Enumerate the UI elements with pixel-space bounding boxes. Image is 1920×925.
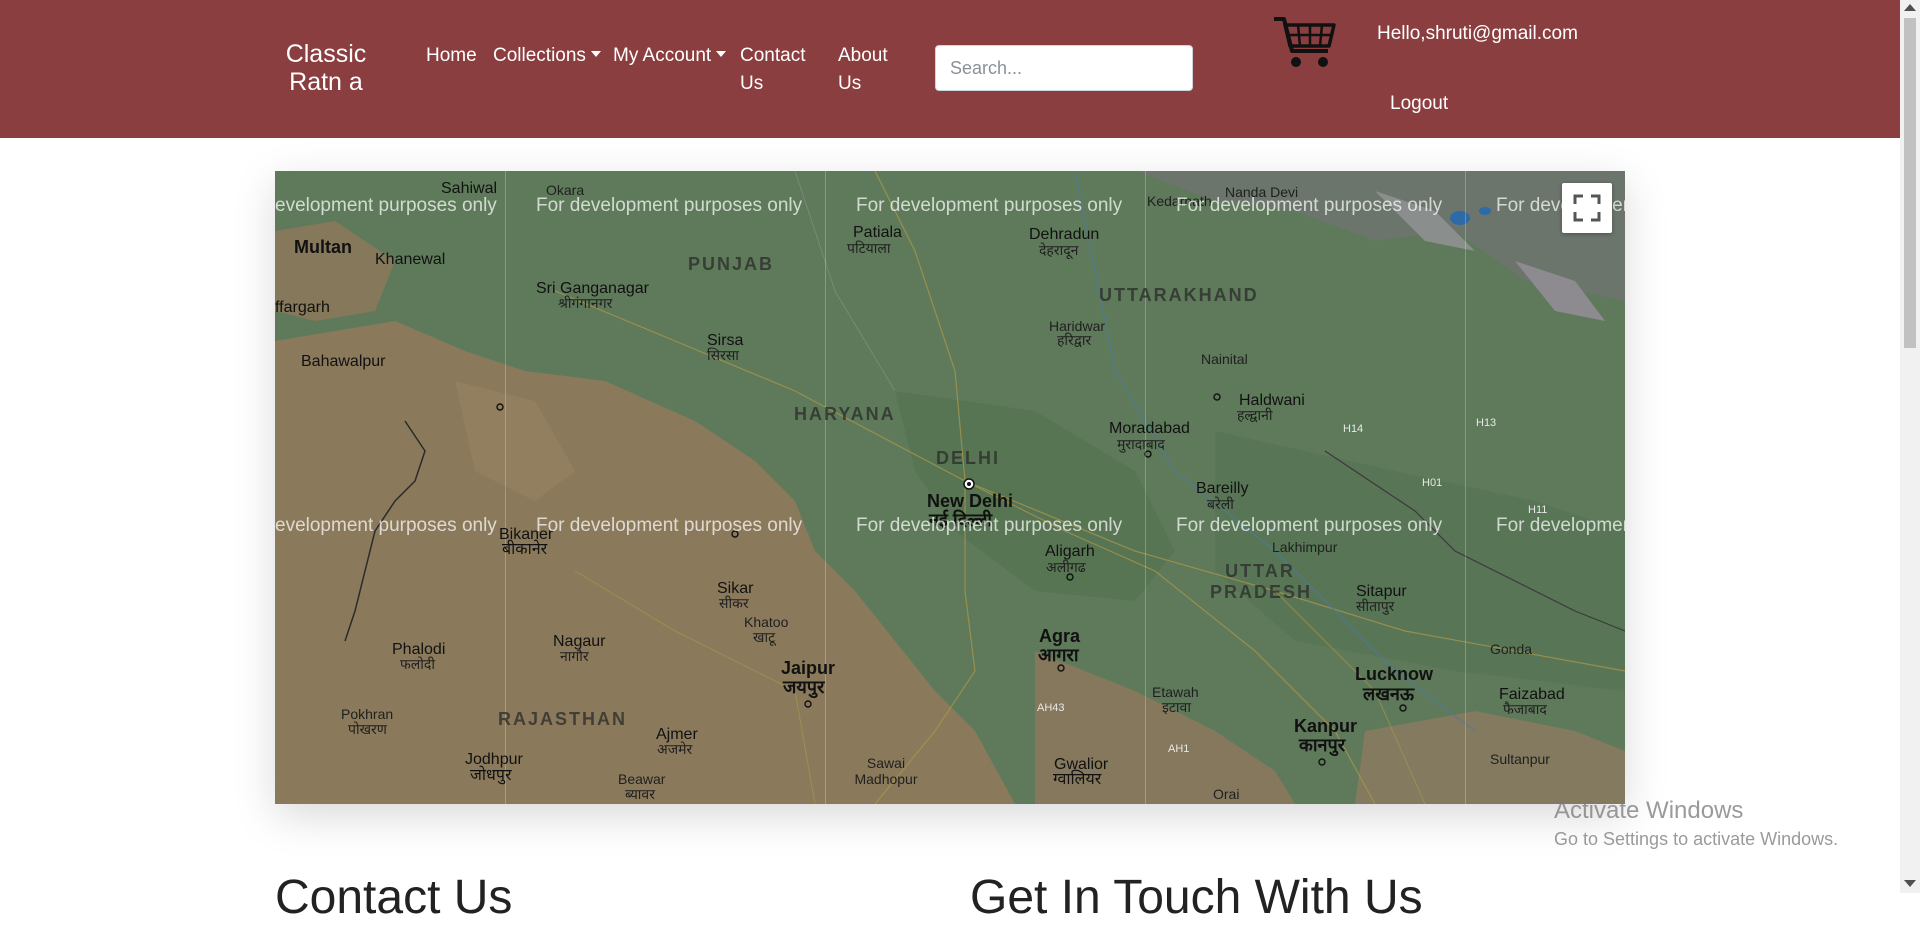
search-input[interactable] (935, 45, 1193, 91)
map-road-label: AH43 (1037, 702, 1065, 714)
map-label: Gonda (1490, 641, 1533, 657)
contact-heading: Contact Us (275, 871, 513, 924)
nav-my-account-label: My Account (613, 45, 712, 66)
shopping-cart-icon[interactable] (1272, 15, 1338, 71)
map-label: Agra (1039, 626, 1081, 646)
map-road-label: AH1 (1168, 743, 1190, 755)
map-label: फैजाबाद (1503, 701, 1547, 717)
map-label: New Delhi (927, 491, 1014, 511)
nav-collections-label: Collections (493, 45, 586, 66)
dev-watermark: evelopment purposes only (275, 515, 497, 536)
dev-watermark: For development purposes only (856, 515, 1123, 536)
map-label: नागौर (560, 648, 589, 664)
scrollbar-thumb[interactable] (1904, 18, 1916, 348)
map-label: Nainital (1201, 351, 1248, 367)
map-label: ffargarh (275, 299, 330, 316)
activate-windows-title: Activate Windows (1554, 797, 1744, 824)
map-label: सीकर (719, 595, 749, 611)
map-state-label: PUNJAB (688, 254, 775, 274)
nav-contact-us[interactable]: Contact Us (740, 42, 820, 98)
map-road-label: H01 (1422, 477, 1443, 489)
dev-watermark: For development purposes only (856, 195, 1123, 216)
dev-watermark: For development purposes only (1176, 515, 1443, 536)
map-label: देहरादून (1039, 242, 1079, 258)
top-navbar: Classic Ratn a Home Collections My Accou… (0, 0, 1900, 138)
map-label: Jaipur (781, 658, 836, 678)
map-label: Moradabad (1109, 420, 1190, 437)
map-label: Aligarh (1045, 543, 1095, 560)
map-label: Multan (294, 237, 352, 257)
map-road-label: H14 (1343, 423, 1364, 435)
fullscreen-button[interactable] (1562, 183, 1612, 233)
map-label: लखनऊ (1363, 684, 1415, 704)
map-label: अजमेर (657, 741, 693, 757)
tile-seam (1145, 171, 1146, 804)
user-greeting: Hello,shruti@gmail.com (1377, 23, 1578, 44)
activate-windows-subtitle: Go to Settings to activate Windows. (1554, 829, 1839, 849)
nav-home[interactable]: Home (426, 42, 477, 70)
map-label: श्रीगंगानगर (558, 295, 613, 311)
dev-watermark: evelopment purposes only (275, 195, 497, 216)
map-label: Patiala (853, 224, 902, 241)
map-state-label: RAJASTHAN (498, 709, 628, 729)
get-in-touch-heading: Get In Touch With Us (970, 871, 1423, 924)
map-state-label: DELHI (936, 448, 1000, 468)
map-label: Jodhpur (465, 751, 523, 768)
map-label: ब्यावर (625, 786, 655, 802)
nav-about-us[interactable]: About Us (838, 42, 898, 98)
map-label: पटियाला (847, 240, 891, 256)
map-label: सिरसा (707, 347, 739, 363)
map-label: मुरादाबाद (1117, 436, 1165, 452)
map-state-label: UTTAR PRADESH (1210, 561, 1313, 602)
map-state-label: UTTARAKHAND (1099, 285, 1259, 305)
map-label: हल्द्वानी (1237, 407, 1273, 423)
tile-seam (825, 171, 826, 804)
map-label: Lakhimpur (1272, 539, 1338, 555)
map-label: Kanpur (1294, 716, 1357, 736)
map-label: Sultanpur (1490, 751, 1550, 767)
map-label: जयपुर (783, 677, 825, 697)
map-label: इटावा (1162, 699, 1191, 715)
map-label: जोधपुर (470, 767, 512, 784)
nav-my-account-dropdown[interactable]: My Account (613, 42, 727, 70)
map-label: Lucknow (1355, 664, 1434, 684)
brand-logo[interactable]: Classic Ratn a (258, 40, 394, 96)
scroll-up-arrow-icon[interactable] (1904, 4, 1916, 11)
map-label: Bahawalpur (301, 353, 386, 370)
nav-collections-dropdown[interactable]: Collections (493, 42, 601, 70)
dev-watermark: For development purposes only (1176, 195, 1443, 216)
map-label: फलोदी (400, 656, 435, 672)
map-label: हरिद्वार (1057, 332, 1092, 348)
map-label: Orai (1213, 786, 1240, 802)
map-label: अलीगढ (1046, 559, 1086, 575)
map-label: सीतापुर (1356, 598, 1395, 614)
map-label: Dehradun (1029, 226, 1100, 243)
chevron-down-icon (590, 51, 601, 57)
map-label: कानपुर (1299, 735, 1346, 755)
fullscreen-icon (1573, 194, 1601, 222)
dev-watermark: For developmer (1496, 515, 1625, 536)
map-state-label: HARYANA (794, 404, 896, 424)
map-label: बीकानेर (502, 541, 548, 558)
map-label: पोखरण (348, 721, 387, 737)
dev-watermark: For development purposes only (536, 515, 803, 536)
map-label: Sawai Madhopur (854, 755, 918, 787)
dev-watermark: For development purposes only (536, 195, 803, 216)
logout-link[interactable]: Logout (1390, 90, 1448, 118)
map-road-label: H13 (1476, 417, 1497, 429)
chevron-down-icon (716, 51, 727, 57)
map-label: आगरा (1038, 645, 1079, 665)
map-label: ग्वालियर (1053, 771, 1102, 788)
map-label: खाटू (753, 629, 776, 645)
tile-seam (1465, 171, 1466, 804)
google-map[interactable]: Sahiwal Okara Multan Khanewal ffargarh B… (275, 171, 1625, 804)
map-label: बरेली (1207, 496, 1234, 512)
scroll-down-arrow-icon[interactable] (1904, 880, 1916, 887)
map-label: Bareilly (1196, 480, 1249, 497)
map-label: Khanewal (375, 251, 446, 268)
